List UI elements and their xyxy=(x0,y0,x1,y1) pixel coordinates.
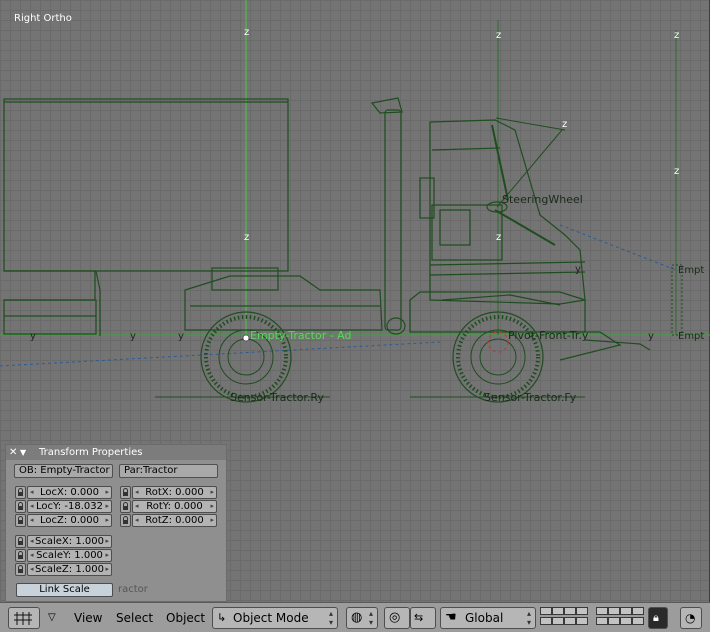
menu-object[interactable]: Object xyxy=(166,608,205,628)
z-label-7: z xyxy=(562,119,567,130)
link-scale-ghost-text: ractor xyxy=(118,584,148,595)
orientation-label: Global xyxy=(465,611,504,625)
layer-button[interactable] xyxy=(608,617,620,625)
z-label-4: z xyxy=(496,232,501,243)
trailer-wireframe xyxy=(3,98,289,336)
select-arrows-icon: ▴ ▾ xyxy=(526,609,531,627)
layer-button[interactable] xyxy=(552,607,564,615)
transform-properties-panel[interactable]: ✕ ▼ Transform Properties OB: Empty-Tract… xyxy=(5,444,227,602)
layer-button[interactable] xyxy=(620,607,632,615)
tractor-wireframe xyxy=(184,97,651,361)
label-empty-right-2: Empt xyxy=(678,331,704,342)
layer-button[interactable] xyxy=(564,617,576,625)
mode-selector[interactable]: ↳ Object Mode ▴ ▾ xyxy=(212,607,338,629)
loc-y-field[interactable]: ◂ LocY: -18.032 ▸ xyxy=(27,500,112,513)
z-label-3: z xyxy=(496,30,501,41)
layer-button[interactable] xyxy=(552,617,564,625)
lock-icon[interactable] xyxy=(15,549,26,562)
label-empty-tractor: Empty-Tractor - Ad xyxy=(250,329,352,342)
menu-select[interactable]: Select xyxy=(116,608,153,628)
y-label-1: y xyxy=(30,331,36,342)
object-name-field[interactable]: OB: Empty-Tractor xyxy=(14,464,113,478)
scale-x-field[interactable]: ◂ ScaleX: 1.000 ▸ xyxy=(27,535,112,548)
3d-viewport[interactable]: z z z z z z z y y y y y SteeringWheel Em… xyxy=(0,0,710,602)
lock-icon[interactable] xyxy=(120,500,131,513)
label-empty-right-1: Empt xyxy=(678,265,704,276)
loc-z-field[interactable]: ◂ LocZ: 0.000 ▸ xyxy=(27,514,112,527)
select-arrows-icon: ▴ ▾ xyxy=(328,609,333,627)
editor-type-button[interactable] xyxy=(8,607,40,629)
rot-x-field[interactable]: ◂ RotX: 0.000 ▸ xyxy=(132,486,217,499)
layer-button[interactable] xyxy=(608,607,620,615)
mode-label: Object Mode xyxy=(233,611,309,625)
layer-button[interactable] xyxy=(632,607,644,615)
layer-button[interactable] xyxy=(596,607,608,615)
orientation-selector[interactable]: ☚ Global ▴ ▾ xyxy=(440,607,536,629)
layer-button[interactable] xyxy=(540,607,552,615)
z-label-2: z xyxy=(244,232,249,243)
lock-icon: 🔒︎ xyxy=(653,611,659,624)
lock-layers-button[interactable]: 🔒︎ xyxy=(648,607,668,629)
snap-icon: ⇆ xyxy=(414,611,424,624)
lock-icon[interactable] xyxy=(120,514,131,527)
header-collapse-icon[interactable]: ▽ xyxy=(48,608,56,628)
render-button[interactable]: ◔ xyxy=(680,607,702,629)
loc-x-field[interactable]: ◂ LocX: 0.000 ▸ xyxy=(27,486,112,499)
parent-field[interactable]: Par:Tractor xyxy=(119,464,218,478)
link-scale-button[interactable]: Link Scale xyxy=(16,583,113,597)
layer-button[interactable] xyxy=(596,617,608,625)
hand-icon: ☚ xyxy=(445,610,457,625)
label-sensor-fy: Sensor-Tractor.Fy xyxy=(484,391,577,404)
layer-buttons[interactable] xyxy=(540,607,644,629)
scale-z-field[interactable]: ◂ ScaleZ: 1.000 ▸ xyxy=(27,563,112,576)
label-steering-wheel: SteeringWheel xyxy=(502,193,583,206)
select-arrows-icon: ▴ ▾ xyxy=(368,609,373,627)
layer-button[interactable] xyxy=(540,617,552,625)
z-label-5: z xyxy=(674,30,679,41)
viewport-header: ▽ View Select Object ↳ Object Mode ▴ ▾ ◍ … xyxy=(0,602,710,632)
label-sensor-ry: Sensor-Tractor.Ry xyxy=(230,391,324,404)
panel-header[interactable]: ✕ ▼ Transform Properties xyxy=(6,445,226,460)
y-label-3: y xyxy=(178,331,184,342)
lock-icon[interactable] xyxy=(15,535,26,548)
blender-window: z z z z z z z y y y y y SteeringWheel Em… xyxy=(0,0,710,632)
lock-icon[interactable] xyxy=(15,500,26,513)
grid-icon xyxy=(14,612,32,625)
menu-view[interactable]: View xyxy=(74,608,102,628)
z-label-1: z xyxy=(244,27,249,38)
lock-icon[interactable] xyxy=(15,486,26,499)
object-origin xyxy=(242,334,250,342)
snap-button[interactable]: ⇆ xyxy=(410,607,436,629)
scale-y-field[interactable]: ◂ ScaleY: 1.000 ▸ xyxy=(27,549,112,562)
label-pivot-front: Pivot-Front-Tr.y xyxy=(508,329,589,342)
sphere-icon: ◍ xyxy=(351,610,363,625)
lock-icon[interactable] xyxy=(15,514,26,527)
pivot-selector[interactable]: ◎ xyxy=(384,607,410,629)
empty-arrow xyxy=(495,117,566,131)
layer-button[interactable] xyxy=(576,607,588,615)
draw-type-selector[interactable]: ◍ ▴ ▾ xyxy=(346,607,378,629)
lock-icon[interactable] xyxy=(15,563,26,576)
y-label-2: y xyxy=(130,331,136,342)
collapse-triangle-icon[interactable]: ▼ xyxy=(20,445,26,460)
rot-y-field[interactable]: ◂ RotY: 0.000 ▸ xyxy=(132,500,217,513)
panel-title: Transform Properties xyxy=(39,447,143,458)
render-icon: ◔ xyxy=(685,611,696,625)
layer-button[interactable] xyxy=(620,617,632,625)
rot-z-field[interactable]: ◂ RotZ: 0.000 ▸ xyxy=(132,514,217,527)
y-label-5: y xyxy=(575,264,581,275)
pivot-icon: ◎ xyxy=(389,610,401,625)
z-label-6: z xyxy=(674,166,679,177)
lock-icon[interactable] xyxy=(120,486,131,499)
layer-button[interactable] xyxy=(564,607,576,615)
viewport-title: Right Ortho xyxy=(14,13,72,24)
y-label-4: y xyxy=(648,331,654,342)
object-mode-icon: ↳ xyxy=(217,611,227,624)
layer-button[interactable] xyxy=(632,617,644,625)
layer-button[interactable] xyxy=(576,617,588,625)
